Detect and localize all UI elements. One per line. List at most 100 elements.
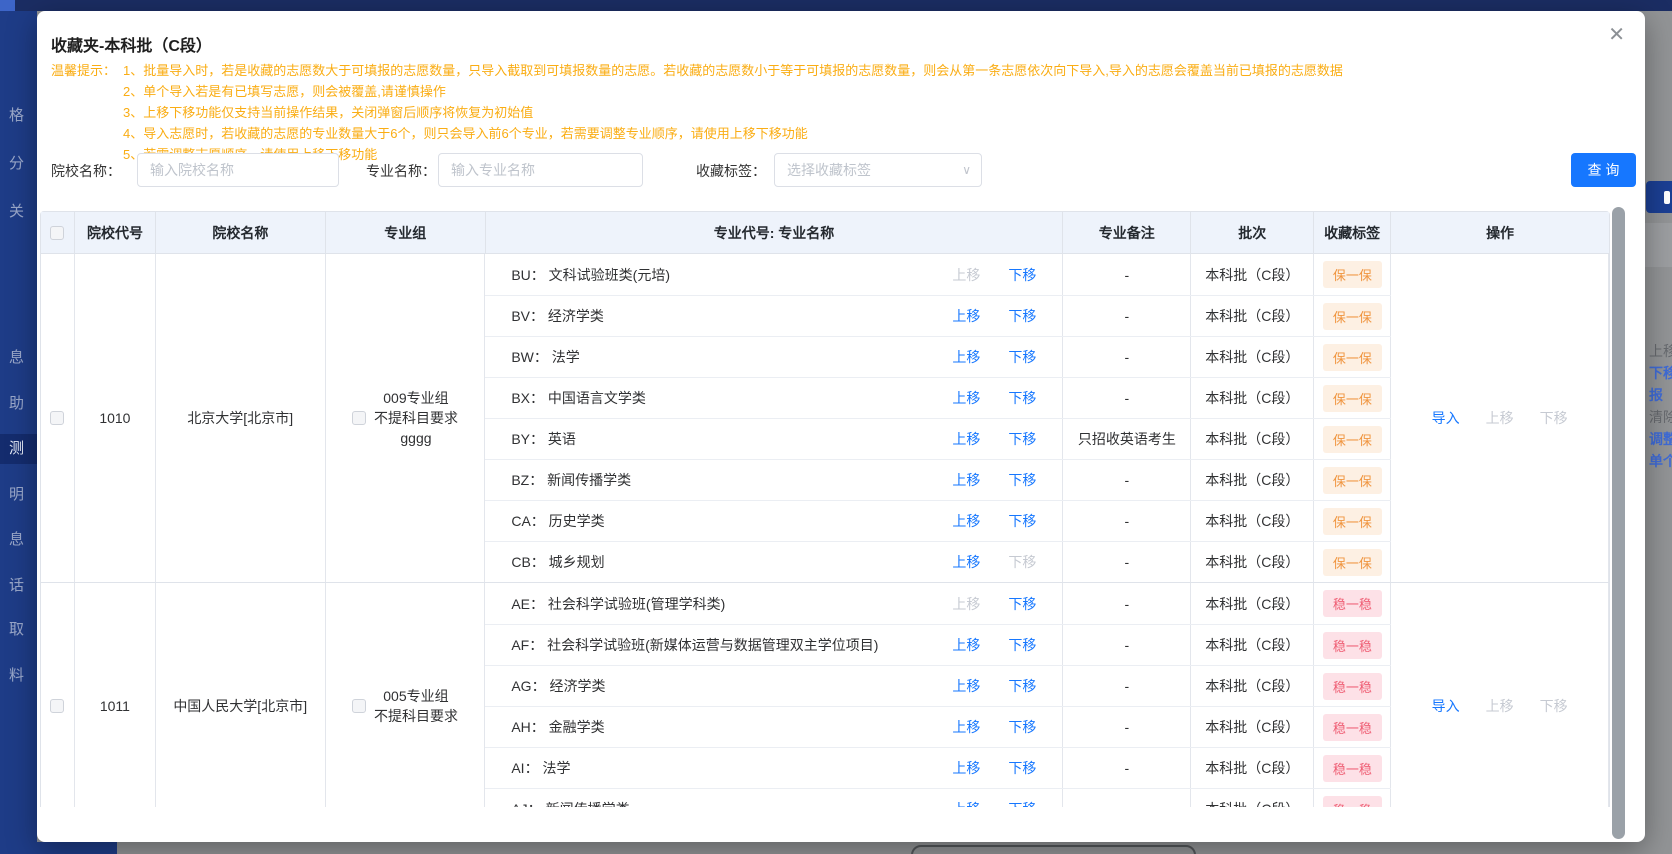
major-remark-cell: -: [1063, 542, 1191, 582]
move-down-link[interactable]: 下移: [1008, 758, 1036, 778]
occluded-link[interactable]: 下移: [1649, 363, 1672, 383]
sidebar-item-料[interactable]: 料: [0, 661, 37, 691]
modal-scrollbar-thumb[interactable]: [1612, 207, 1625, 839]
group-move-up-link[interactable]: 上移: [1486, 696, 1514, 716]
batch-cell: 本科批（C段）: [1191, 707, 1314, 747]
major-name-input[interactable]: [438, 153, 643, 187]
batch-cell: 本科批（C段）: [1191, 542, 1314, 582]
move-up-link[interactable]: 上移: [952, 717, 980, 737]
tag-cell: 稳一稳: [1314, 789, 1391, 807]
sidebar-item-息[interactable]: 息: [0, 343, 37, 373]
tip-line: 3、上移下移功能仅支持当前操作结果，关闭弹窗后顺序将恢复为初始值: [123, 102, 1617, 123]
move-up-link[interactable]: 上移: [952, 388, 980, 408]
move-up-link[interactable]: 上移: [952, 347, 980, 367]
occluded-primary-button[interactable]: [1646, 181, 1672, 213]
move-down-link[interactable]: 下移: [1008, 306, 1036, 326]
major-row: AF： 社会科学试验班(新媒体运营与数据管理双主学位项目)上移下移-本科批（C段…: [485, 624, 1391, 665]
move-links: 上移 下移: [952, 470, 1036, 490]
move-links: 上移 下移: [952, 594, 1036, 614]
sidebar-item-分[interactable]: 分: [0, 149, 37, 179]
move-up-link[interactable]: 上移: [952, 676, 980, 696]
column-header: 专业备注: [1063, 212, 1191, 253]
major-remark-cell: 只招收英语考生: [1063, 419, 1191, 459]
close-icon[interactable]: ✕: [1608, 25, 1625, 45]
occluded-link[interactable]: 上移: [1649, 341, 1672, 361]
move-down-link[interactable]: 下移: [1008, 676, 1036, 696]
favorites-table: 院校代号院校名称专业组专业代号: 专业名称专业备注批次收藏标签操作1010北京大…: [40, 211, 1610, 807]
move-up-link[interactable]: 上移: [952, 429, 980, 449]
move-down-link[interactable]: 下移: [1008, 511, 1036, 531]
batch-cell: 本科批（C段）: [1191, 789, 1314, 807]
group-actions: 导入 上移 下移: [1432, 696, 1568, 716]
move-links: 上移 下移: [952, 388, 1036, 408]
occluded-link[interactable]: 清除: [1649, 407, 1672, 427]
move-up-link[interactable]: 上移: [952, 799, 980, 807]
school-name-input[interactable]: [137, 153, 339, 187]
tag-cell: 保一保: [1314, 419, 1391, 459]
batch-cell: 本科批（C段）: [1191, 296, 1314, 336]
tag-badge: 稳一稳: [1323, 714, 1382, 741]
sidebar-item-明[interactable]: 明: [0, 480, 37, 510]
move-up-link[interactable]: 上移: [952, 552, 980, 572]
move-down-link[interactable]: 下移: [1008, 552, 1036, 572]
occluded-link[interactable]: 调整: [1649, 429, 1672, 449]
move-links: 上移 下移: [952, 676, 1036, 696]
move-down-link[interactable]: 下移: [1008, 265, 1036, 285]
sidebar-item-测[interactable]: 测: [0, 434, 37, 464]
sidebar-item-话[interactable]: 话: [0, 571, 37, 601]
tag-badge: 保一保: [1323, 467, 1382, 494]
move-up-link[interactable]: 上移: [952, 306, 980, 326]
tag-cell: 稳一稳: [1314, 748, 1391, 788]
occluded-link[interactable]: 报: [1649, 385, 1663, 405]
move-up-link[interactable]: 上移: [952, 470, 980, 490]
screen: 格分关息助测明息话取料 上移下移报清除调整单个 收藏夹-本科批（C段） ✕ 温馨…: [0, 0, 1672, 854]
move-down-link[interactable]: 下移: [1008, 429, 1036, 449]
group-checkbox[interactable]: [352, 411, 366, 425]
move-down-link[interactable]: 下移: [1008, 470, 1036, 490]
group-move-down-link[interactable]: 下移: [1540, 696, 1568, 716]
sidebar-item-助[interactable]: 助: [0, 389, 37, 419]
header-checkbox-cell: [41, 212, 75, 253]
major-row: CB： 城乡规划上移下移-本科批（C段）保一保: [485, 541, 1391, 582]
tag-badge: 保一保: [1323, 549, 1382, 576]
move-up-link[interactable]: 上移: [952, 265, 980, 285]
group-move-down-link[interactable]: 下移: [1540, 408, 1568, 428]
move-up-link[interactable]: 上移: [952, 594, 980, 614]
import-link[interactable]: 导入: [1432, 408, 1460, 428]
move-down-link[interactable]: 下移: [1008, 388, 1036, 408]
table-header-row: 院校代号院校名称专业组专业代号: 专业名称专业备注批次收藏标签操作: [41, 212, 1609, 253]
group-checkbox[interactable]: [352, 699, 366, 713]
row-checkbox[interactable]: [50, 411, 64, 425]
move-down-link[interactable]: 下移: [1008, 635, 1036, 655]
major-remark-cell: -: [1063, 337, 1191, 377]
sidebar-item-取[interactable]: 取: [0, 615, 37, 645]
move-up-link[interactable]: 上移: [952, 511, 980, 531]
major-row: CA： 历史学类上移下移-本科批（C段）保一保: [485, 500, 1391, 541]
move-up-link[interactable]: 上移: [952, 758, 980, 778]
move-down-link[interactable]: 下移: [1008, 717, 1036, 737]
majors-list: AE： 社会科学试验班(管理学科类)上移下移-本科批（C段）稳一稳AF： 社会科…: [485, 583, 1391, 807]
major-row: BV： 经济学类上移下移-本科批（C段）保一保: [485, 295, 1391, 336]
move-down-link[interactable]: 下移: [1008, 799, 1036, 807]
select-all-checkbox[interactable]: [50, 226, 64, 240]
column-header: 操作: [1391, 212, 1609, 253]
sidebar-item-息[interactable]: 息: [0, 525, 37, 555]
group-move-up-link[interactable]: 上移: [1486, 408, 1514, 428]
import-link[interactable]: 导入: [1432, 696, 1460, 716]
tag-cell: 稳一稳: [1314, 583, 1391, 624]
move-up-link[interactable]: 上移: [952, 635, 980, 655]
sidebar-item-关[interactable]: 关: [0, 197, 37, 227]
major-label: AE： 社会科学试验班(管理学科类): [511, 594, 725, 614]
tag-cell: 稳一稳: [1314, 625, 1391, 665]
occluded-link[interactable]: 单个: [1649, 451, 1672, 471]
move-down-link[interactable]: 下移: [1008, 594, 1036, 614]
favorite-tag-select[interactable]: 选择收藏标签 ∨: [774, 153, 982, 187]
major-name-cell: AJ： 新闻传播学类上移下移: [485, 789, 1063, 807]
school-code-cell: 1011: [75, 583, 156, 807]
row-checkbox[interactable]: [50, 699, 64, 713]
search-button[interactable]: 查 询: [1571, 153, 1636, 187]
major-group-line: 不提科目要求: [374, 706, 458, 726]
major-remark-cell: -: [1063, 583, 1191, 624]
sidebar-item-格[interactable]: 格: [0, 101, 37, 131]
move-down-link[interactable]: 下移: [1008, 347, 1036, 367]
